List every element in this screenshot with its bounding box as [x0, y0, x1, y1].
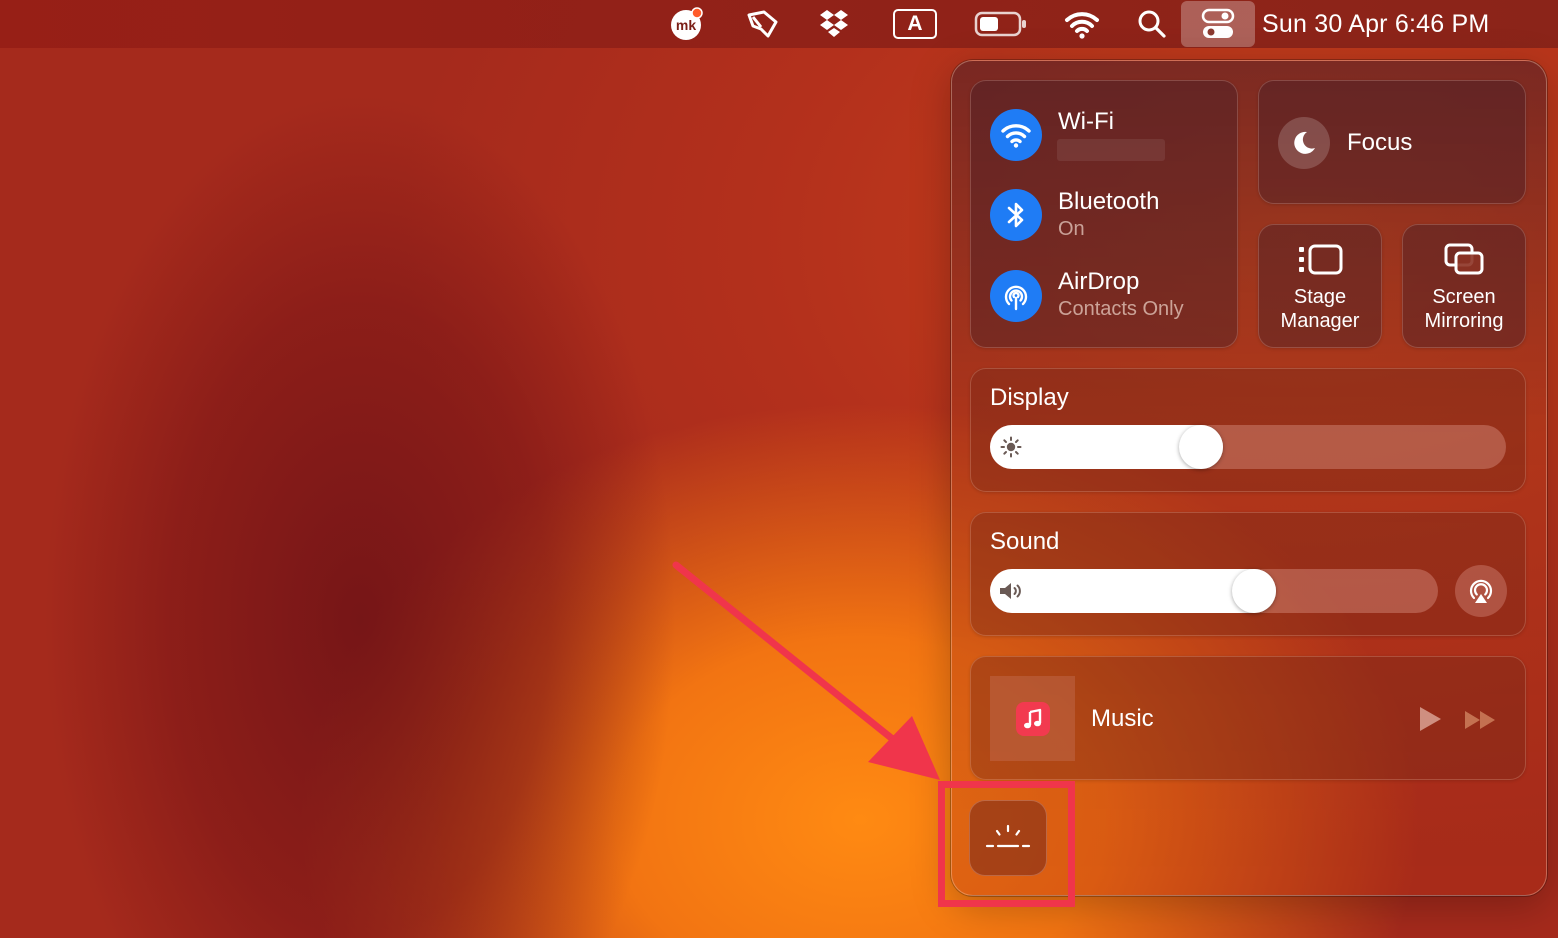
annotation-highlight-box: [938, 781, 1075, 907]
annotation-arrow: [672, 561, 940, 780]
